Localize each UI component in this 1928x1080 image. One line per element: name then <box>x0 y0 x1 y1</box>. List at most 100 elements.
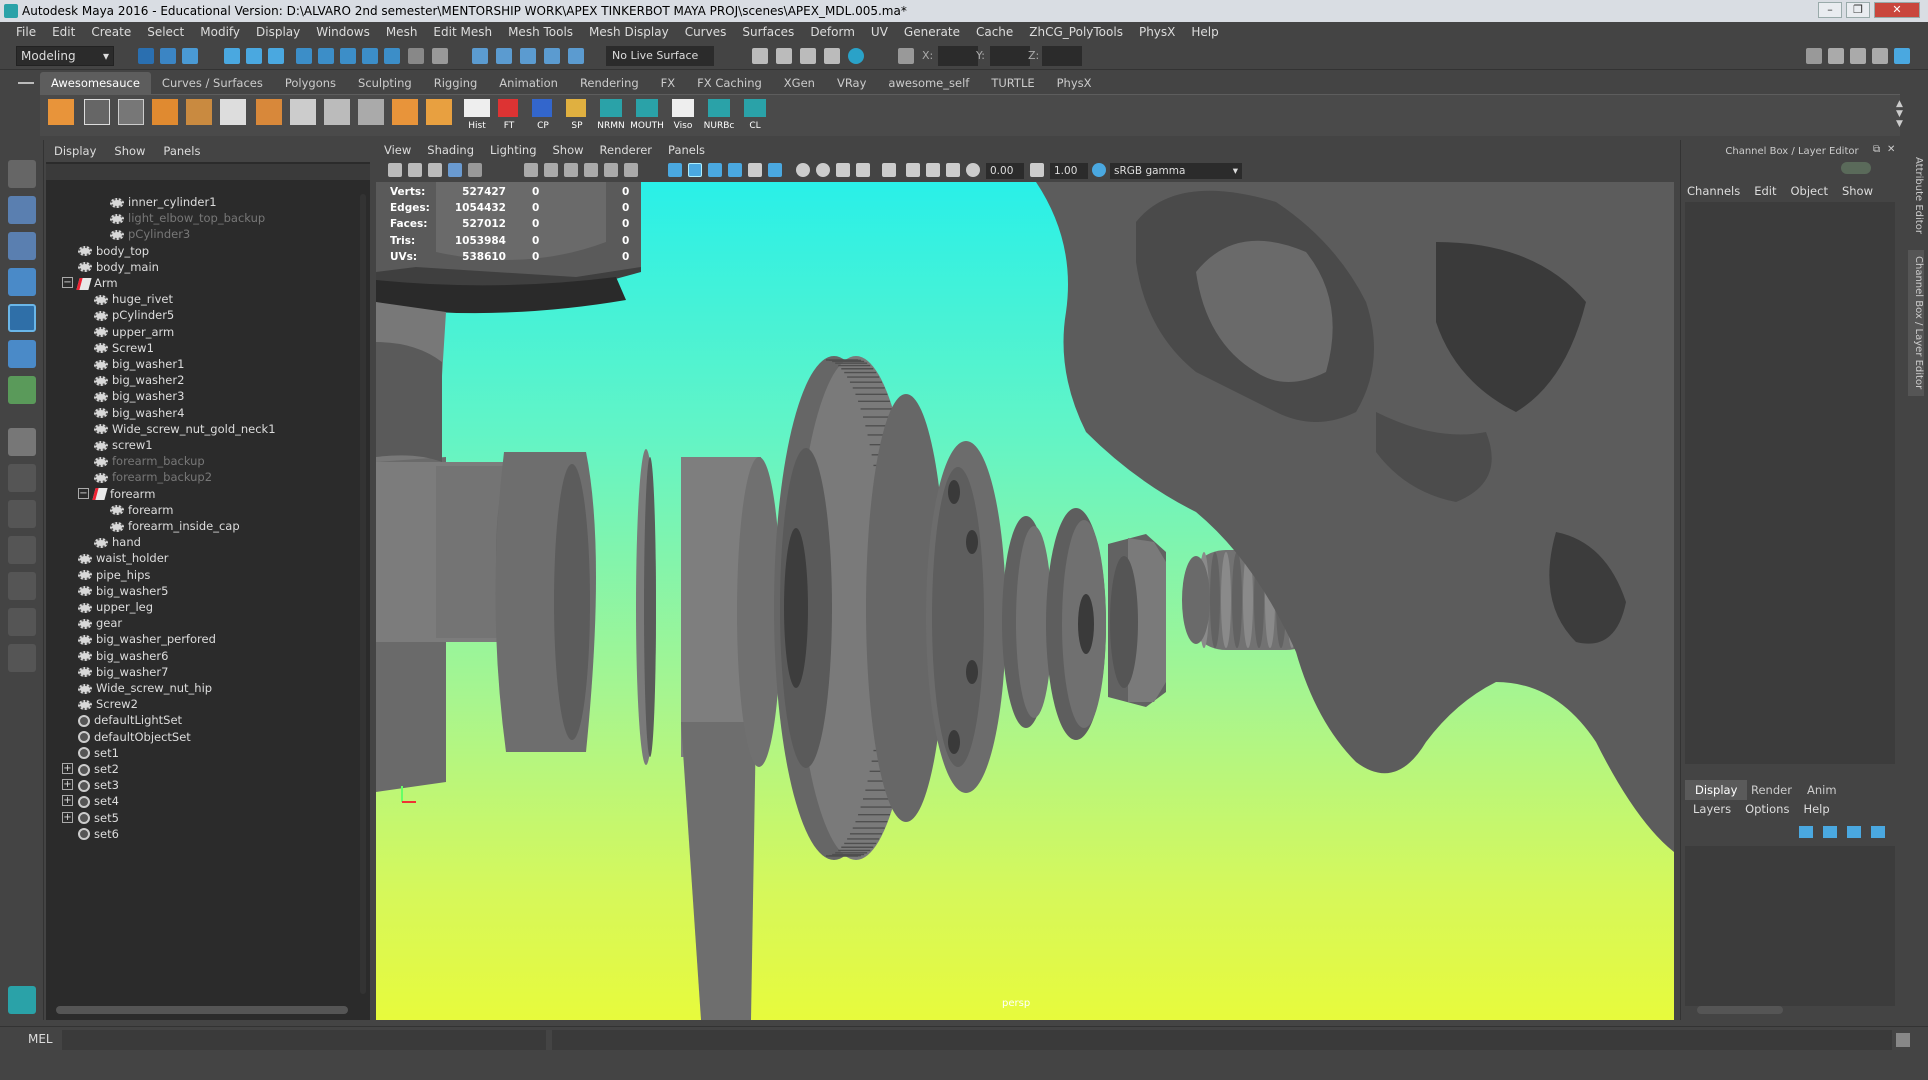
expand-icon[interactable]: + <box>62 811 73 823</box>
snap-live-icon[interactable] <box>384 48 400 64</box>
safe-title-icon[interactable] <box>624 163 638 177</box>
shelf-tab[interactable]: PhysX <box>1046 72 1103 94</box>
layout-four-icon[interactable] <box>8 500 36 528</box>
menu-cache[interactable]: Cache <box>968 25 1021 39</box>
symmetry-icon[interactable] <box>568 48 584 64</box>
tool-settings-toggle-icon[interactable] <box>1872 48 1888 64</box>
poly-cube-icon[interactable] <box>48 99 74 125</box>
expand-icon[interactable]: + <box>62 795 73 807</box>
layer-tab-render[interactable]: Render <box>1741 780 1802 800</box>
channel-box-toggle-icon[interactable] <box>1894 48 1910 64</box>
shelf-tab[interactable]: FX Caching <box>686 72 773 94</box>
menu-curves[interactable]: Curves <box>677 25 735 39</box>
collapse-icon[interactable]: − <box>78 487 89 499</box>
attribute-editor-tab[interactable]: Attribute Editor <box>1908 152 1924 238</box>
shelf-tab[interactable]: TURTLE <box>980 72 1045 94</box>
shadows-icon[interactable] <box>768 163 782 177</box>
shelf-scroll-arrows-icon[interactable]: ▲ ▼ ▼ <box>1896 99 1903 129</box>
view-transform-dropdown[interactable]: sRGB gamma ▾ <box>1110 163 1242 179</box>
ambient-occlusion-icon[interactable] <box>796 163 810 177</box>
magnet-icon[interactable] <box>544 48 560 64</box>
menu-mesh-display[interactable]: Mesh Display <box>581 25 677 39</box>
viewport-menu-show[interactable]: Show <box>553 140 584 160</box>
shelf-tab[interactable]: XGen <box>773 72 826 94</box>
shelf-tab[interactable]: VRay <box>826 72 877 94</box>
gamma-icon[interactable] <box>1030 163 1044 177</box>
exposure-field[interactable]: 0.00 <box>986 163 1024 179</box>
shelf-tab[interactable]: Curves / Surfaces <box>151 72 274 94</box>
select-tool-icon[interactable] <box>8 160 36 188</box>
edge-loop-icon[interactable] <box>324 99 350 125</box>
smooth-shade-icon[interactable] <box>688 163 702 177</box>
merge-icon[interactable] <box>256 99 282 125</box>
render-current-icon[interactable] <box>800 48 816 64</box>
grid-toggle-icon[interactable] <box>468 163 482 177</box>
hist-icon[interactable] <box>464 99 490 117</box>
viewport-menu-shading[interactable]: Shading <box>427 140 474 160</box>
bridge-icon[interactable] <box>358 99 384 125</box>
bookmark-icon[interactable] <box>428 163 442 177</box>
menu-select[interactable]: Select <box>139 25 192 39</box>
minimize-button[interactable]: – <box>1818 2 1842 18</box>
last-tool-icon[interactable] <box>8 428 36 456</box>
select-hierarchy-icon[interactable] <box>224 48 240 64</box>
exposure-icon[interactable] <box>966 163 980 177</box>
maya-logo-icon[interactable] <box>636 99 658 117</box>
bevel-icon[interactable] <box>426 99 452 125</box>
paint-select-icon[interactable] <box>8 232 36 260</box>
layer-tab-anim[interactable]: Anim <box>1797 780 1847 800</box>
construction-history-icon[interactable] <box>432 48 448 64</box>
expand-icon[interactable]: + <box>62 763 73 774</box>
gate-mask-icon[interactable] <box>564 163 578 177</box>
layer-menu-help[interactable]: Help <box>1803 802 1829 816</box>
move-tool-icon[interactable] <box>8 268 36 296</box>
layout-persp-graph-icon[interactable] <box>8 608 36 636</box>
collapse-icon[interactable]: − <box>62 277 73 288</box>
anti-aliasing-icon[interactable] <box>836 163 850 177</box>
maya-logo-icon[interactable] <box>744 99 766 117</box>
menu-surfaces[interactable]: Surfaces <box>734 25 802 39</box>
menu-deform[interactable]: Deform <box>802 25 863 39</box>
select-object-icon[interactable] <box>246 48 262 64</box>
xray-components-icon[interactable] <box>946 163 960 177</box>
outliner-item[interactable]: set6 <box>78 824 119 844</box>
menu-create[interactable]: Create <box>83 25 139 39</box>
render-settings-icon[interactable] <box>752 48 768 64</box>
menu-zhcg-polytools[interactable]: ZhCG_PolyTools <box>1021 25 1131 39</box>
layout-outliner-icon[interactable] <box>8 572 36 600</box>
xray-icon[interactable] <box>906 163 920 177</box>
viso-icon[interactable] <box>672 99 694 117</box>
menu-windows[interactable]: Windows <box>308 25 378 39</box>
layer-horizontal-scrollbar[interactable] <box>1697 1006 1783 1014</box>
input-ops-icon[interactable] <box>472 48 488 64</box>
menu-modify[interactable]: Modify <box>192 25 248 39</box>
shelf-tab[interactable]: awesome_self <box>877 72 980 94</box>
extrude-icon[interactable] <box>392 99 418 125</box>
shelf-tab[interactable]: Polygons <box>274 72 347 94</box>
image-plane-icon[interactable] <box>448 163 462 177</box>
menu-mesh[interactable]: Mesh <box>378 25 426 39</box>
shelf-tab[interactable]: Rigging <box>423 72 489 94</box>
uv-editor-icon[interactable] <box>84 99 110 125</box>
shelf-tab[interactable]: FX <box>650 72 687 94</box>
textured-icon[interactable] <box>728 163 742 177</box>
menu-uv[interactable]: UV <box>863 25 896 39</box>
menu-generate[interactable]: Generate <box>896 25 968 39</box>
viewport-menu-view[interactable]: View <box>384 140 411 160</box>
scale-tool-icon[interactable] <box>8 340 36 368</box>
transform-mode-icon[interactable] <box>898 48 914 64</box>
expand-icon[interactable]: + <box>62 779 73 791</box>
split-icon[interactable] <box>220 99 246 125</box>
snap-curve-icon[interactable] <box>318 48 334 64</box>
outliner-menu-item[interactable]: Show <box>114 140 145 162</box>
outliner-horizontal-scrollbar[interactable] <box>56 1006 348 1014</box>
new-scene-icon[interactable] <box>138 48 154 64</box>
snap-point-icon[interactable] <box>340 48 356 64</box>
xray-joints-icon[interactable] <box>926 163 940 177</box>
close-button[interactable]: ✕ <box>1874 2 1920 18</box>
depth-of-field-icon[interactable] <box>856 163 870 177</box>
gamma-field[interactable]: 1.00 <box>1050 163 1088 179</box>
resolution-gate-icon[interactable] <box>544 163 558 177</box>
outliner-vertical-scrollbar[interactable] <box>360 194 366 994</box>
shelf-tab[interactable]: Rendering <box>569 72 650 94</box>
